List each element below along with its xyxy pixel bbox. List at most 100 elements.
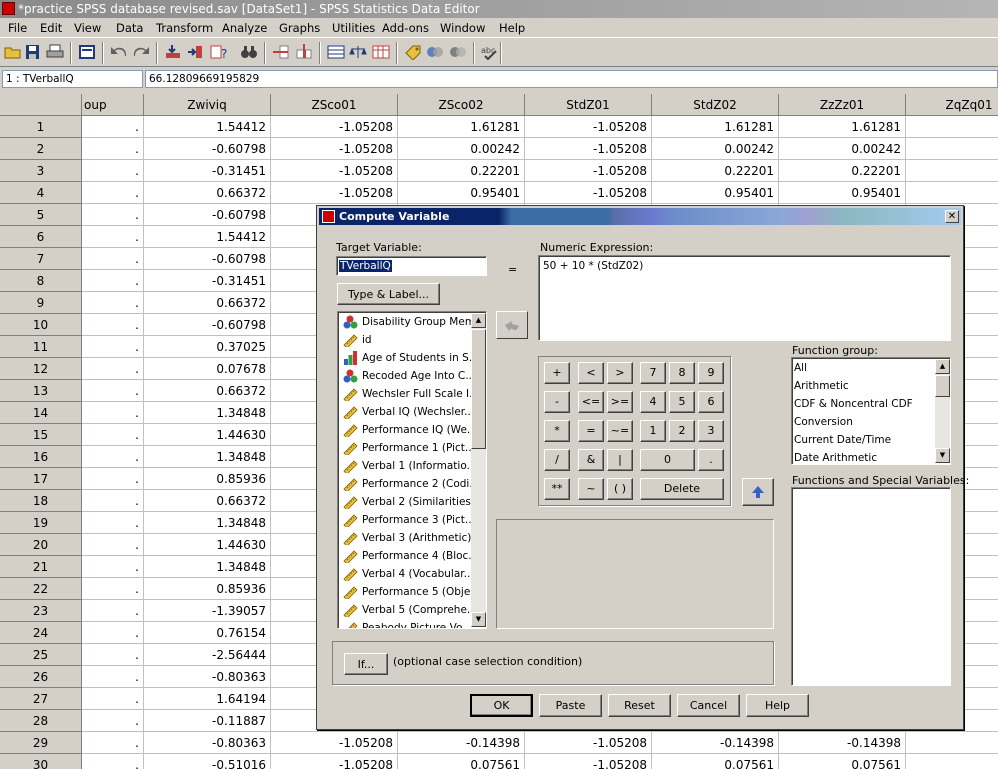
keypad-key[interactable]: 4 <box>640 391 666 413</box>
row-header[interactable]: 26 <box>0 666 82 688</box>
table-cell[interactable]: . <box>82 512 144 534</box>
table-cell[interactable]: 1.34848 <box>144 446 271 468</box>
keypad-key[interactable]: ** <box>544 478 570 500</box>
keypad-key[interactable]: > <box>607 362 633 384</box>
table-cell[interactable]: . <box>82 160 144 182</box>
table-cell[interactable]: -0.80363 <box>144 732 271 754</box>
table-cell[interactable]: -1.05208 <box>525 732 652 754</box>
variable-list-item[interactable]: Performance 2 (Codi... <box>340 475 472 493</box>
help-button[interactable]: Help <box>746 694 809 717</box>
table-cell[interactable]: 1.61281 <box>652 116 779 138</box>
keypad-key[interactable]: 2 <box>669 420 695 442</box>
type-and-label-button[interactable]: Type & Label... <box>337 283 440 305</box>
table-cell[interactable]: -0.14398 <box>652 732 779 754</box>
redo-icon[interactable] <box>132 44 150 60</box>
row-header[interactable]: 29 <box>0 732 82 754</box>
table-cell[interactable]: . <box>82 402 144 424</box>
table-cell[interactable]: . <box>82 424 144 446</box>
table-cell[interactable]: 0.00242 <box>652 138 779 160</box>
menu-utilities[interactable]: Utilities <box>332 21 375 35</box>
column-header[interactable]: ZqZq01 <box>906 94 998 116</box>
table-cell[interactable]: -0.14398 <box>398 732 525 754</box>
keypad-key[interactable]: | <box>607 449 633 471</box>
paste-button[interactable]: Paste <box>539 694 602 717</box>
menu-addons[interactable]: Add-ons <box>382 21 429 35</box>
table-cell[interactable]: 0.07678 <box>144 358 271 380</box>
row-header[interactable]: 27 <box>0 688 82 710</box>
table-cell[interactable]: . <box>82 534 144 556</box>
move-to-expression-button[interactable] <box>496 311 528 339</box>
row-header[interactable]: 20 <box>0 534 82 556</box>
table-cell[interactable]: . <box>82 204 144 226</box>
variable-list-item[interactable]: Disability Group Mem... <box>340 313 472 331</box>
table-cell[interactable]: -0.60798 <box>144 248 271 270</box>
variable-list-item[interactable]: Wechsler Full Scale I... <box>340 385 472 403</box>
keypad-key[interactable]: ~= <box>607 420 633 442</box>
row-header[interactable]: 6 <box>0 226 82 248</box>
table-cell[interactable]: 1.44630 <box>144 534 271 556</box>
menu-help[interactable]: Help <box>499 21 525 35</box>
row-header[interactable]: 2 <box>0 138 82 160</box>
row-header[interactable]: 18 <box>0 490 82 512</box>
table-cell[interactable]: -0.60798 <box>144 314 271 336</box>
table-cell[interactable]: . <box>82 490 144 512</box>
function-group-list[interactable]: Date Arithmetic Current Date/Time Conversi… <box>791 357 951 465</box>
menu-edit[interactable]: Edit <box>40 21 62 35</box>
keypad-key[interactable]: 7 <box>640 362 666 384</box>
split-file-icon[interactable] <box>327 44 345 60</box>
variable-list-item[interactable]: Performance 1 (Pict... <box>340 439 472 457</box>
table-cell[interactable]: . <box>82 248 144 270</box>
table-cell[interactable]: . <box>82 622 144 644</box>
select-cases-icon[interactable] <box>372 44 390 60</box>
table-cell[interactable]: 0.00242 <box>779 138 906 160</box>
function-group-item[interactable]: Arithmetic <box>794 377 849 395</box>
row-header[interactable]: 30 <box>0 754 82 769</box>
keypad-key[interactable]: / <box>544 449 570 471</box>
table-cell[interactable]: 0.95401 <box>652 182 779 204</box>
table-cell[interactable]: -1.05208 <box>271 732 398 754</box>
variable-list-item[interactable]: Verbal 1 (Informatio... <box>340 457 472 475</box>
variable-list-item[interactable]: Performance 4 (Bloc... <box>340 547 472 565</box>
table-cell[interactable]: . <box>82 380 144 402</box>
variable-list[interactable]: Peabody Picture Vo... Verbal 5 (Comprehe.… <box>337 311 487 629</box>
variable-list-item[interactable]: Performance 5 (Obje... <box>340 583 472 601</box>
table-cell[interactable]: -1.05208 <box>525 754 652 769</box>
table-cell[interactable]: 0.07561 <box>779 754 906 769</box>
table-cell[interactable]: 0.07561 <box>652 754 779 769</box>
table-cell[interactable]: 0.22201 <box>779 160 906 182</box>
table-cell[interactable]: . <box>82 270 144 292</box>
keypad-key[interactable]: 5 <box>669 391 695 413</box>
variable-list-item[interactable]: Verbal 4 (Vocabular... <box>340 565 472 583</box>
row-header[interactable]: 3 <box>0 160 82 182</box>
variable-list-item[interactable]: Verbal 2 (Similarities... <box>340 493 472 511</box>
row-header[interactable]: 5 <box>0 204 82 226</box>
cancel-button[interactable]: Cancel <box>677 694 740 717</box>
table-cell[interactable]: 1.61281 <box>779 116 906 138</box>
keypad-key[interactable]: & <box>578 449 604 471</box>
table-cell[interactable]: 0.22201 <box>652 160 779 182</box>
variable-list-item[interactable]: id <box>340 331 472 349</box>
function-group-scrollbar[interactable]: ▲ ▼ <box>935 359 950 463</box>
table-cell[interactable]: 0.00242 <box>398 138 525 160</box>
keypad-key[interactable]: ~ <box>578 478 604 500</box>
column-header[interactable]: StdZ01 <box>525 94 652 116</box>
keypad-key[interactable]: < <box>578 362 604 384</box>
table-cell[interactable]: 0.66372 <box>144 490 271 512</box>
table-cell[interactable]: 0.2 <box>906 160 998 182</box>
table-cell[interactable]: 0.07561 <box>398 754 525 769</box>
keypad-key[interactable]: ( ) <box>607 478 633 500</box>
variable-list-item[interactable]: Verbal IQ (Wechsler... <box>340 403 472 421</box>
close-icon[interactable]: ✕ <box>945 210 959 223</box>
spell-check-icon[interactable]: abc <box>481 44 499 60</box>
table-cell[interactable]: . <box>82 666 144 688</box>
table-cell[interactable]: 0.95401 <box>779 182 906 204</box>
table-cell[interactable]: 0.85936 <box>144 578 271 600</box>
table-cell[interactable]: 0.76154 <box>144 622 271 644</box>
table-cell[interactable]: 1.34848 <box>144 512 271 534</box>
table-cell[interactable]: 1.44630 <box>144 424 271 446</box>
table-cell[interactable]: 1.54412 <box>144 226 271 248</box>
row-header[interactable]: 19 <box>0 512 82 534</box>
row-header[interactable]: 22 <box>0 578 82 600</box>
table-cell[interactable]: . <box>82 226 144 248</box>
table-cell[interactable]: 0.66372 <box>144 182 271 204</box>
